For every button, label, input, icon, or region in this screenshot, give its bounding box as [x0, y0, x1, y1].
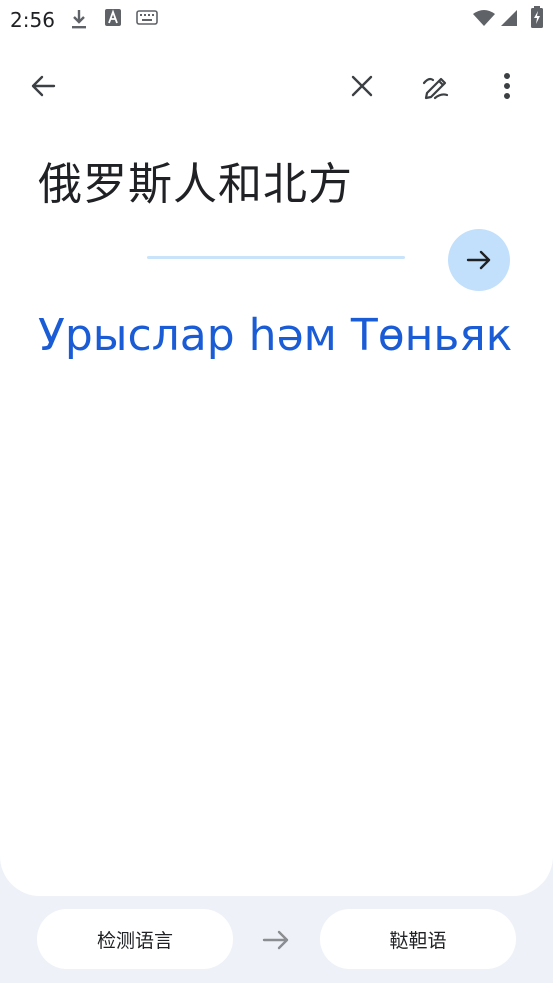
keyboard-icon — [136, 10, 158, 25]
handwriting-icon — [422, 77, 449, 100]
translation-result[interactable]: Урыслар һәм Төньяк — [38, 310, 512, 361]
back-button[interactable] — [19, 62, 67, 110]
signal-icon — [501, 10, 517, 26]
loading-progress-bar — [147, 256, 405, 259]
wifi-icon — [473, 10, 495, 26]
translate-go-button[interactable] — [448, 229, 510, 291]
status-bar: 2:56 — [0, 0, 553, 36]
more-vert-icon — [504, 73, 510, 99]
download-icon — [72, 10, 86, 29]
language-arrow-icon[interactable] — [262, 928, 290, 952]
source-language-button[interactable]: 检测语言 — [37, 909, 233, 969]
source-language-label: 检测语言 — [96, 929, 173, 952]
more-options-button[interactable] — [483, 62, 531, 110]
a-box-icon — [105, 9, 121, 26]
handwriting-button[interactable] — [412, 62, 460, 110]
close-icon — [351, 75, 373, 97]
translation-card: 俄罗斯人和北方 Урыслар һәм Төньяк — [0, 36, 553, 896]
target-language-button[interactable]: 鞑靼语 — [320, 909, 516, 969]
status-time: 2:56 — [10, 8, 55, 32]
source-text-input[interactable]: 俄罗斯人和北方 — [38, 148, 353, 212]
target-language-label: 鞑靼语 — [389, 929, 447, 952]
arrow-forward-icon — [466, 250, 491, 270]
back-arrow-icon — [31, 75, 56, 97]
battery-charging-icon — [531, 6, 543, 28]
clear-button[interactable] — [338, 62, 386, 110]
